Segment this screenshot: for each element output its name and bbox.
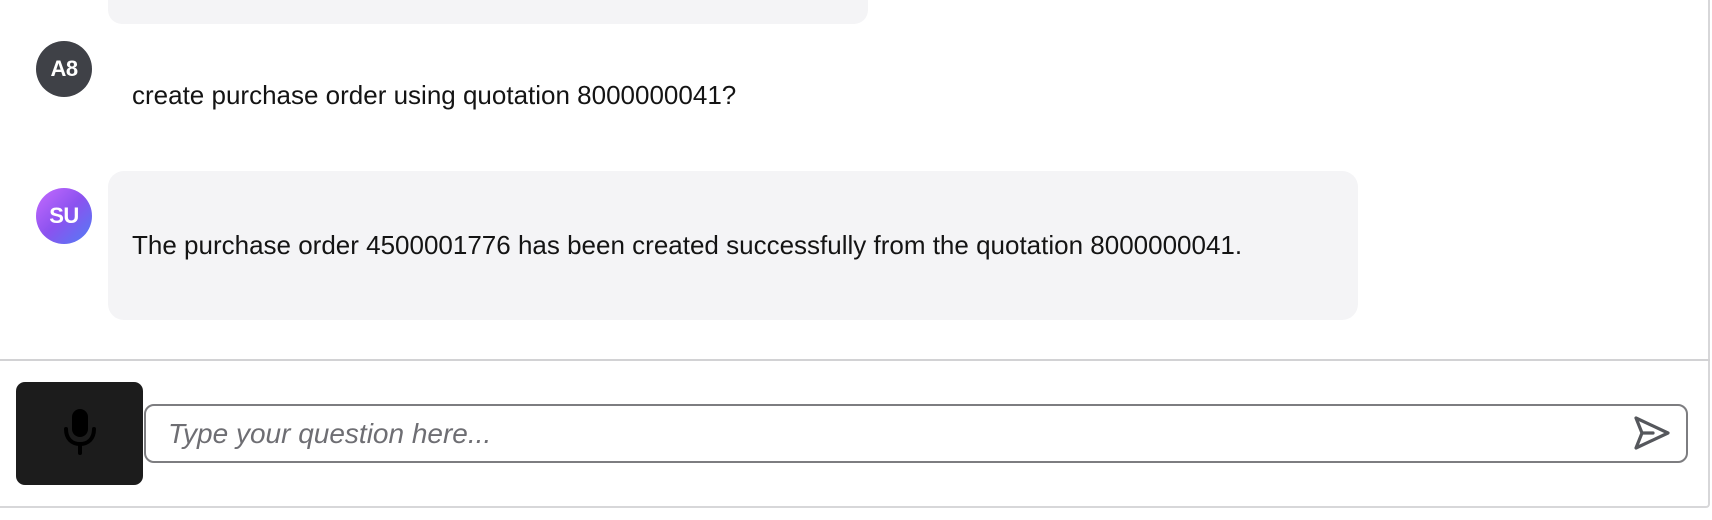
composer-divider (0, 359, 1710, 361)
chat-app: A8 create purchase order using quotation… (0, 0, 1712, 520)
user-message-text: create purchase order using quotation 80… (132, 80, 737, 110)
assistant-message-bubble: The purchase order 4500001776 has been c… (108, 171, 1358, 320)
microphone-button[interactable] (16, 382, 143, 485)
send-button[interactable] (1632, 415, 1672, 455)
assistant-message-text: The purchase order 4500001776 has been c… (132, 230, 1243, 260)
send-icon (1633, 415, 1671, 456)
previous-message-bubble (108, 0, 868, 24)
chat-panel: A8 create purchase order using quotation… (0, 0, 1710, 508)
message-list[interactable]: A8 create purchase order using quotation… (0, 0, 1708, 360)
avatar: A8 (36, 41, 92, 97)
question-input-container (144, 404, 1688, 463)
avatar: SU (36, 188, 92, 244)
microphone-icon (60, 406, 100, 461)
question-input[interactable] (168, 406, 1608, 461)
